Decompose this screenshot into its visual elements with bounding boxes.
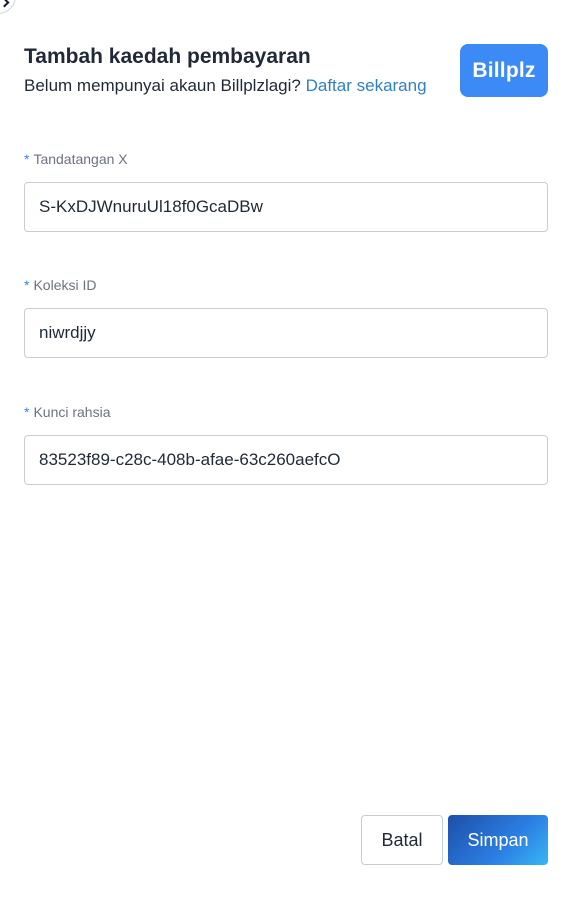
form-actions: Batal Simpan — [361, 815, 548, 865]
tandatangan-x-input[interactable] — [24, 182, 548, 232]
form-header: Tambah kaedah pembayaran Belum mempunyai… — [24, 44, 548, 97]
field-label-text: Tandatangan X — [33, 151, 128, 167]
signup-link[interactable]: Daftar sekarang — [306, 76, 427, 95]
back-button[interactable] — [0, 0, 16, 14]
save-button[interactable]: Simpan — [448, 815, 548, 865]
billplz-logo: Billplz — [460, 44, 548, 97]
field-label: * Kunci rahsia — [24, 403, 548, 421]
signup-prompt-text: Belum mempunyai akaun Billplzlagi? — [24, 76, 306, 95]
chevron-right-icon — [0, 0, 10, 8]
field-koleksi-id: * Koleksi ID — [24, 276, 548, 358]
field-label: * Tandatangan X — [24, 150, 548, 168]
field-label: * Koleksi ID — [24, 276, 548, 294]
cancel-button[interactable]: Batal — [361, 815, 443, 865]
required-marker: * — [24, 404, 30, 420]
field-kunci-rahsia: * Kunci rahsia — [24, 403, 548, 485]
required-marker: * — [24, 151, 30, 167]
required-marker: * — [24, 277, 30, 293]
field-label-text: Kunci rahsia — [33, 404, 111, 420]
koleksi-id-input[interactable] — [24, 308, 548, 358]
field-label-text: Koleksi ID — [33, 277, 97, 293]
kunci-rahsia-input[interactable] — [24, 435, 548, 485]
payment-method-form-page: Tambah kaedah pembayaran Belum mempunyai… — [0, 0, 572, 904]
field-tandatangan-x: * Tandatangan X — [24, 150, 548, 232]
